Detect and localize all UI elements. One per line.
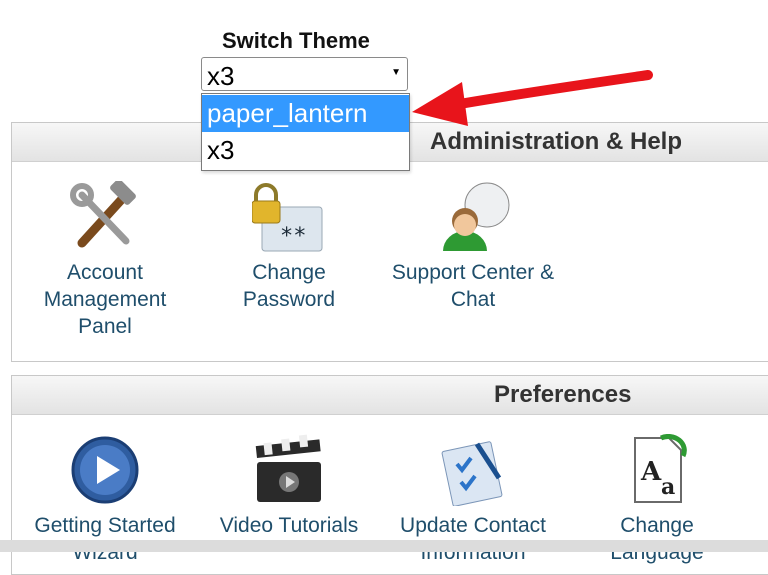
item-label: Video Tutorials xyxy=(219,514,359,537)
theme-option-x3[interactable]: x3 xyxy=(202,132,409,169)
item-label: Change Language xyxy=(610,514,704,564)
red-arrow-annotation xyxy=(412,70,653,126)
account-management-panel-item[interactable]: Account Management Panel xyxy=(20,181,190,340)
svg-text:A: A xyxy=(640,457,662,487)
switch-theme-label: Switch Theme xyxy=(222,28,370,53)
support-chat-icon xyxy=(443,182,510,251)
section-title: Administration & Help xyxy=(430,128,683,155)
item-label: Getting Started Wizard xyxy=(34,514,176,564)
svg-text:**: ** xyxy=(280,224,307,249)
theme-option-paper-lantern[interactable]: paper_lantern xyxy=(202,95,409,132)
theme-select-value: x3 xyxy=(207,61,235,91)
item-label: Change Password xyxy=(242,261,336,311)
support-center-chat-item[interactable]: Support Center & Chat xyxy=(388,181,558,313)
contact-checklist-icon xyxy=(441,441,503,506)
item-label: Update Contact Information xyxy=(400,514,546,564)
panel-header: Preferences xyxy=(12,376,768,415)
theme-select[interactable]: x3 ▼ xyxy=(201,57,408,91)
item-label: Account Management Panel xyxy=(43,261,167,338)
change-password-item[interactable]: ** Change Password xyxy=(204,181,374,313)
play-icon xyxy=(71,436,139,504)
language-icon: A a xyxy=(634,434,687,503)
tools-icon xyxy=(70,181,136,248)
section-title: Preferences xyxy=(494,381,632,408)
lock-password-icon: ** xyxy=(252,183,323,252)
svg-text:a: a xyxy=(661,474,675,500)
theme-dropdown-list: paper_lantern x3 xyxy=(201,93,410,171)
video-tutorials-item[interactable]: Video Tutorials xyxy=(204,434,374,539)
item-label: Support Center & Chat xyxy=(391,261,555,311)
clapperboard-icon xyxy=(255,434,321,502)
bottom-scroll-strip xyxy=(0,540,768,552)
